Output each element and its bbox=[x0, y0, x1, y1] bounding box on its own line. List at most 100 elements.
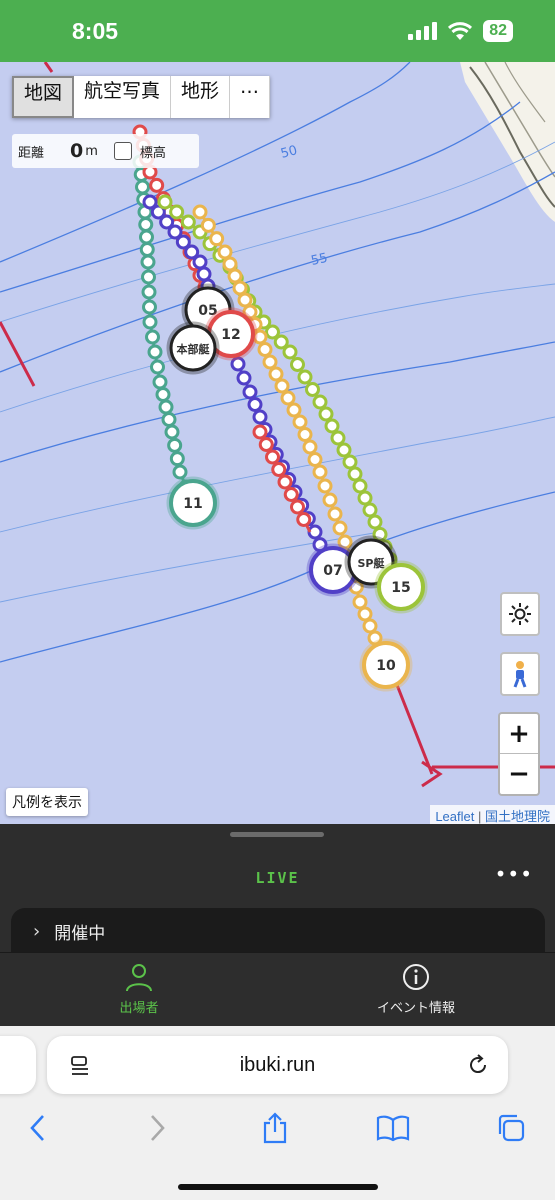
track-point bbox=[138, 217, 154, 232]
land-area bbox=[460, 62, 555, 222]
elevation-checkbox[interactable] bbox=[113, 142, 132, 160]
boat-marker[interactable]: 15 bbox=[374, 560, 428, 614]
tab-participants[interactable]: 出場者 bbox=[0, 961, 278, 1016]
track-point bbox=[222, 256, 238, 272]
previous-tab-preview[interactable] bbox=[0, 1036, 36, 1094]
track-point bbox=[352, 478, 368, 494]
boat-marker[interactable]: 10 bbox=[359, 638, 413, 692]
show-legend-button[interactable]: 凡例を表示 bbox=[6, 788, 88, 816]
track-point bbox=[286, 402, 302, 418]
track-point bbox=[297, 427, 313, 442]
track-point bbox=[217, 244, 233, 260]
event-status-row[interactable]: › 開催中 bbox=[11, 908, 545, 954]
tab-bar: 出場者 イベント情報 bbox=[0, 952, 555, 1026]
track-point bbox=[342, 454, 358, 470]
tabs-button[interactable] bbox=[493, 1110, 529, 1146]
gsi-link[interactable]: 国土地理院 bbox=[485, 809, 550, 824]
track-point bbox=[352, 594, 368, 610]
track-point bbox=[318, 406, 334, 422]
bookmarks-button[interactable] bbox=[375, 1110, 411, 1146]
track-point bbox=[347, 466, 363, 482]
track-point bbox=[252, 409, 268, 425]
track-point bbox=[290, 499, 305, 515]
share-button[interactable] bbox=[257, 1110, 293, 1146]
track-point bbox=[324, 418, 340, 434]
track-point bbox=[139, 242, 155, 257]
zoom-out-button[interactable]: − bbox=[500, 754, 538, 794]
track-point bbox=[158, 399, 174, 415]
address-bar[interactable]: ibuki.run bbox=[47, 1036, 508, 1094]
track-point bbox=[140, 254, 156, 270]
share-icon bbox=[263, 1112, 287, 1144]
boat-marker-label: 15 bbox=[391, 580, 410, 596]
map-canvas: 50 55 0512本部艇1107 SP艇1510 bbox=[0, 62, 555, 788]
track-point bbox=[362, 618, 378, 634]
layer-button-terrain[interactable]: 地形 bbox=[171, 76, 231, 118]
track-point bbox=[169, 451, 185, 467]
track-point bbox=[322, 492, 338, 508]
status-time: 8:05 bbox=[72, 18, 119, 44]
track-point bbox=[152, 374, 168, 390]
track-point bbox=[312, 394, 328, 410]
live-label: LIVE bbox=[255, 869, 300, 887]
track-point bbox=[135, 179, 150, 195]
track-point bbox=[147, 344, 163, 360]
bottom-sheet: LIVE ••• › 開催中 出場者 イベント情報 bbox=[0, 824, 555, 1026]
home-indicator bbox=[178, 1184, 378, 1190]
boat-marker-label: SP艇 bbox=[358, 556, 386, 570]
map-layer-switcher: 地図 航空写真 地形 … bbox=[12, 76, 271, 118]
track-point bbox=[236, 370, 252, 386]
tab-participants-label: 出場者 bbox=[119, 1001, 159, 1016]
leaflet-link[interactable]: Leaflet bbox=[435, 809, 474, 824]
layer-button-map[interactable]: 地図 bbox=[12, 76, 75, 118]
elevation-label: 標高 bbox=[139, 145, 166, 161]
tabs-icon bbox=[498, 1114, 525, 1142]
track-point bbox=[357, 606, 373, 622]
brightness-button[interactable] bbox=[500, 592, 540, 636]
track-point bbox=[169, 204, 185, 220]
tab-event-info[interactable]: イベント情報 bbox=[277, 961, 555, 1016]
track-point bbox=[330, 430, 346, 446]
track-point bbox=[283, 487, 299, 502]
map-view[interactable]: 50 55 05 12 本部艇 11 07 SP艇 15 10 地図 航空写真 地形 … 距離… bbox=[0, 62, 555, 824]
status-icons: 82 bbox=[408, 20, 513, 42]
boat-marker[interactable]: 本部艇 bbox=[166, 321, 220, 375]
gps-track-line bbox=[198, 211, 387, 663]
track-point bbox=[302, 439, 318, 455]
zoom-in-button[interactable]: + bbox=[500, 714, 538, 754]
info-icon bbox=[403, 964, 429, 990]
track-point bbox=[305, 382, 320, 397]
contour-label: 55 bbox=[310, 251, 329, 269]
track-point bbox=[332, 520, 348, 536]
sun-icon bbox=[509, 603, 531, 625]
track-point bbox=[317, 478, 333, 494]
more-options-button[interactable]: ••• bbox=[495, 862, 533, 886]
track-point bbox=[237, 292, 253, 308]
track-point bbox=[307, 452, 323, 467]
status-bar: 8:05 82 bbox=[0, 0, 555, 62]
layer-button-more[interactable]: … bbox=[230, 76, 271, 118]
distance-label: 距離 bbox=[18, 145, 45, 161]
boat-marker[interactable]: 11 bbox=[166, 476, 220, 530]
track-point bbox=[327, 506, 343, 522]
street-view-button[interactable] bbox=[500, 652, 540, 696]
track-point bbox=[357, 490, 373, 506]
boat-marker-label: 11 bbox=[183, 496, 202, 512]
back-button[interactable] bbox=[20, 1110, 56, 1146]
track-point bbox=[274, 378, 290, 394]
track-point bbox=[192, 204, 208, 220]
sheet-drag-handle[interactable] bbox=[230, 832, 324, 837]
track-point bbox=[297, 369, 313, 385]
track-point bbox=[167, 437, 183, 453]
forward-button[interactable] bbox=[139, 1110, 175, 1146]
track-point bbox=[252, 424, 268, 440]
layer-button-aerial[interactable]: 航空写真 bbox=[74, 76, 172, 118]
track-point bbox=[141, 269, 156, 285]
track-point bbox=[257, 342, 273, 357]
track-point bbox=[150, 359, 165, 375]
course-line bbox=[0, 62, 555, 775]
boat-marker-label: 10 bbox=[376, 658, 396, 674]
track-point bbox=[142, 314, 158, 330]
track-point bbox=[227, 268, 243, 284]
reload-icon[interactable] bbox=[466, 1053, 490, 1077]
